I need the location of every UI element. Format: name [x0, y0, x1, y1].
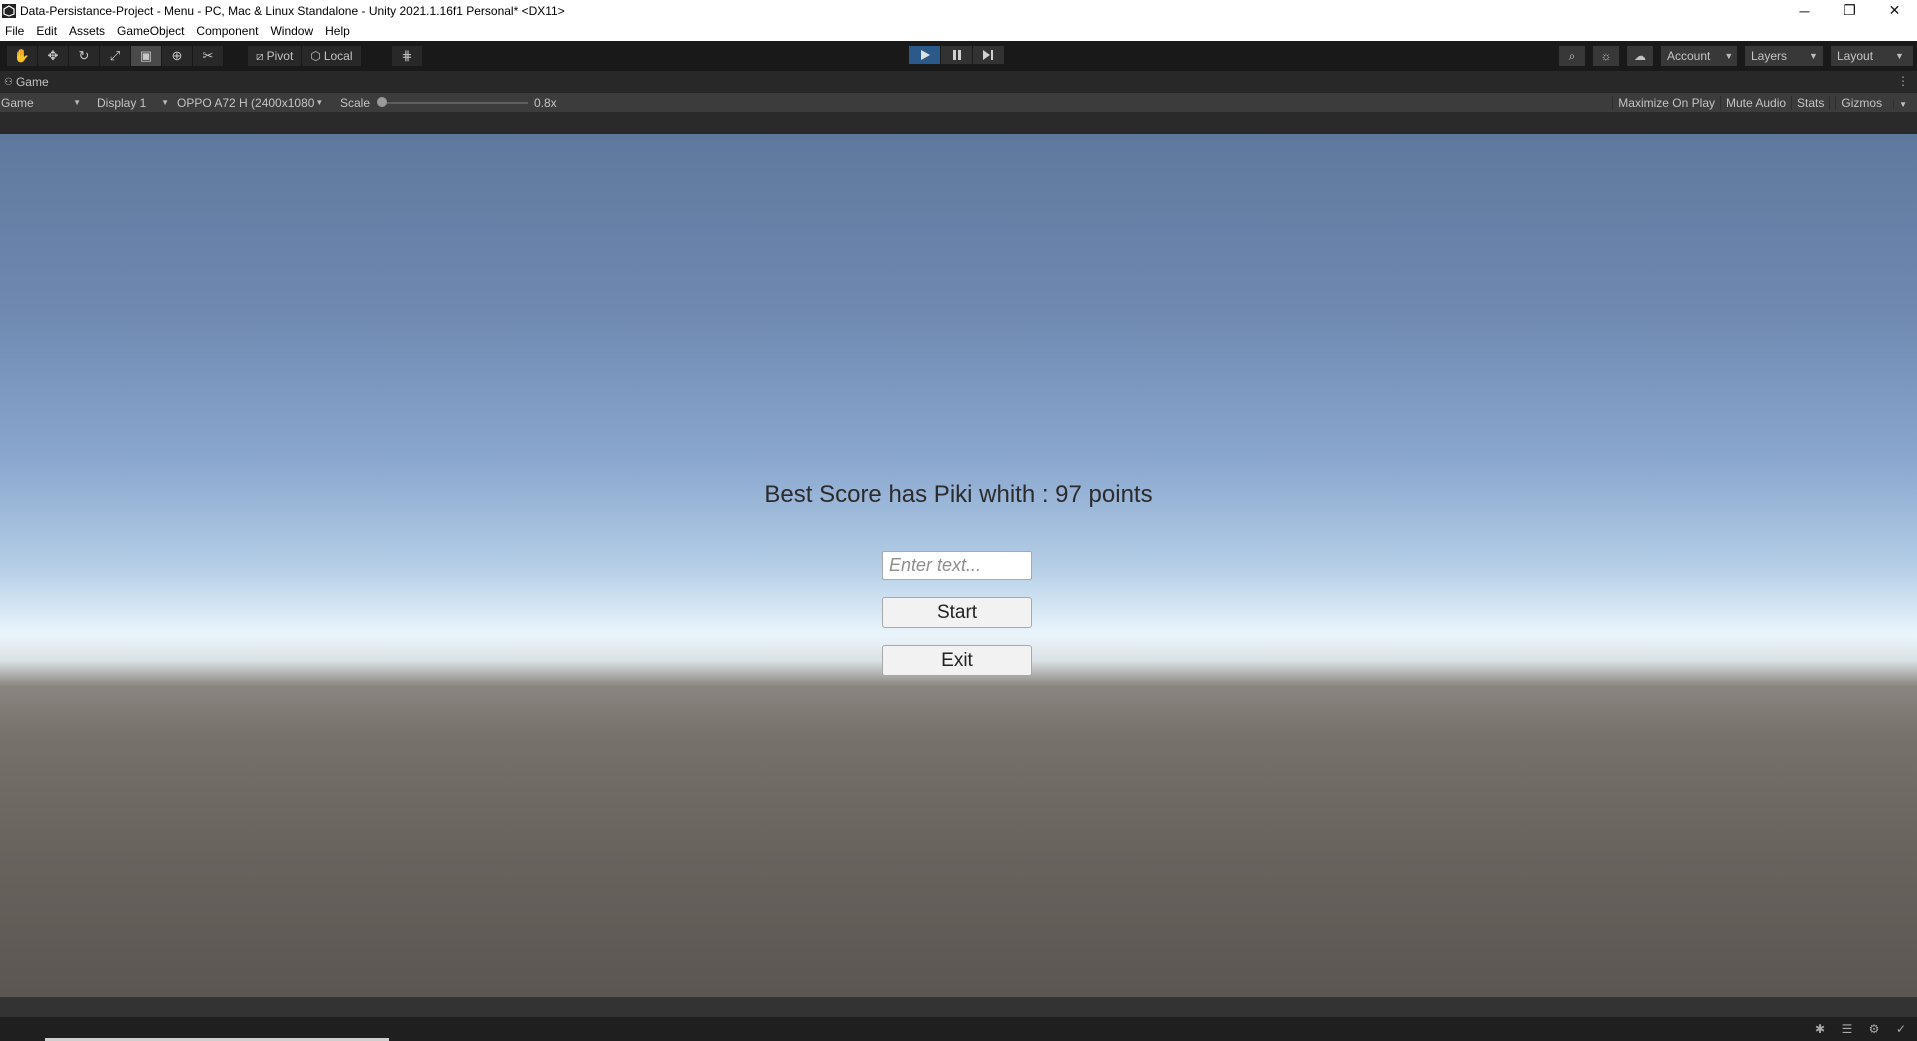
chevron-down-icon: ▼ — [315, 98, 324, 107]
stats-toggle[interactable]: Stats — [1791, 95, 1829, 110]
menu-help[interactable]: Help — [320, 24, 357, 38]
play-button[interactable] — [909, 46, 941, 64]
move-tool-icon[interactable]: ✥ — [38, 46, 69, 66]
pivot-tools: ⧄ Pivot ⬡ Local — [248, 46, 362, 66]
scale-slider-handle[interactable] — [377, 97, 387, 107]
game-panel-tab-bar: ⚇ Game ⋮ — [0, 71, 1917, 93]
pause-icon — [952, 50, 961, 60]
bug-icon[interactable]: ✱ — [1812, 1021, 1828, 1037]
menu-component[interactable]: Component — [191, 24, 265, 38]
grid-snap: ⋕ — [392, 46, 423, 66]
toolbar-right: ⌕ ☼ ☁ Account ▼ Layers ▼ Layout ▼ — [1559, 46, 1917, 66]
chevron-down-icon: ▼ — [1893, 99, 1912, 109]
step-icon — [983, 50, 993, 60]
scale-label: Scale — [340, 95, 371, 110]
layers-dropdown[interactable]: Layers ▼ — [1745, 46, 1823, 66]
scale-value: 0.8x — [534, 95, 557, 110]
panel-menu-icon[interactable]: ⋮ — [1897, 74, 1909, 88]
menu-bar: File Edit Assets GameObject Component Wi… — [0, 21, 1917, 41]
account-label: Account — [1667, 49, 1711, 63]
menu-gameobject[interactable]: GameObject — [112, 24, 191, 38]
maximize-on-play-toggle[interactable]: Maximize On Play — [1612, 95, 1720, 110]
pivot-label: Pivot — [266, 49, 294, 63]
gizmos-toggle[interactable]: Gizmos ▼ — [1829, 95, 1917, 110]
game-view-letterbox-top — [0, 112, 1917, 134]
transform-tool-icon[interactable]: ⊕ — [162, 46, 193, 66]
rotate-tool-icon[interactable]: ↻ — [69, 46, 100, 66]
game-viewport: Best Score has Piki whith : 97 points St… — [0, 134, 1917, 997]
best-score-text: Best Score has Piki whith : 97 points — [764, 481, 1153, 508]
chevron-down-icon: ▼ — [1895, 51, 1904, 61]
play-icon — [920, 50, 930, 60]
pause-button[interactable] — [941, 46, 973, 64]
window-title: Data-Persistance-Project - Menu - PC, Ma… — [20, 3, 565, 18]
check-icon[interactable]: ✓ — [1893, 1021, 1909, 1037]
minimize-button[interactable]: ─ — [1782, 0, 1827, 21]
display-dropdown[interactable]: Display 1 ▼ — [97, 93, 169, 112]
account-dropdown[interactable]: Account ▼ — [1661, 46, 1737, 66]
play-controls — [909, 46, 1005, 64]
hand-tool-icon[interactable]: ✋ — [7, 46, 38, 66]
gamepad-icon: ⚇ — [4, 76, 13, 88]
chevron-down-icon: ▼ — [161, 98, 169, 107]
status-bar — [0, 997, 1917, 1017]
game-view-options: Maximize On Play Mute Audio Stats Gizmos… — [1612, 93, 1917, 112]
view-mode-dropdown[interactable]: Game ▼ — [1, 93, 83, 112]
rect-tool-icon[interactable]: ▣ — [131, 46, 162, 66]
player-name-input[interactable] — [882, 551, 1032, 580]
window-controls: ─ ❐ ✕ — [1782, 0, 1917, 21]
game-view-toolbar: Game ▼ Display 1 ▼ OPPO A72 H (2400x1080 ▼ … — [0, 93, 1917, 112]
unity-logo-icon — [2, 3, 16, 18]
step-button[interactable] — [973, 46, 1005, 64]
cloud-icon[interactable]: ☁ — [1627, 46, 1653, 66]
scale-slider-track[interactable] — [383, 102, 528, 104]
transform-tools: ✋ ✥ ↻ ⤢ ▣ ⊕ ✂ — [7, 46, 224, 66]
chevron-down-icon: ▼ — [1809, 51, 1818, 61]
mute-audio-toggle[interactable]: Mute Audio — [1720, 95, 1791, 110]
menu-file[interactable]: File — [0, 24, 31, 38]
grid-snap-icon[interactable]: ⋕ — [392, 46, 423, 66]
debug-icon[interactable]: ⚙ — [1866, 1021, 1882, 1037]
display-label: Display 1 — [97, 95, 147, 110]
layout-dropdown[interactable]: Layout ▼ — [1831, 46, 1913, 66]
pivot-toggle[interactable]: ⧄ Pivot — [248, 46, 303, 66]
gizmos-label: Gizmos — [1835, 95, 1888, 110]
view-mode-label: Game — [1, 95, 34, 110]
menu-window[interactable]: Window — [265, 24, 320, 38]
chevron-down-icon: ▼ — [73, 98, 81, 107]
pivot-icon: ⧄ — [256, 48, 264, 63]
status-icons: ✱ ☰ ⚙ ✓ — [1801, 1021, 1909, 1037]
menu-assets[interactable]: Assets — [64, 24, 112, 38]
search-icon[interactable]: ⌕ — [1559, 46, 1585, 66]
layers-label: Layers — [1751, 49, 1788, 63]
local-label: Local — [323, 49, 353, 63]
resolution-label: OPPO A72 H (2400x1080 — [177, 95, 315, 110]
local-icon: ⬡ — [310, 49, 321, 63]
cache-icon[interactable]: ☰ — [1839, 1021, 1855, 1037]
menu-edit[interactable]: Edit — [31, 24, 64, 38]
custom-tool-icon[interactable]: ✂ — [193, 46, 224, 66]
tab-game-label: Game — [15, 75, 49, 89]
start-button[interactable]: Start — [882, 597, 1032, 628]
close-button[interactable]: ✕ — [1872, 0, 1917, 21]
exit-button[interactable]: Exit — [882, 645, 1032, 676]
layout-label: Layout — [1837, 49, 1874, 63]
scale-tool-icon[interactable]: ⤢ — [100, 46, 131, 66]
tab-game[interactable]: ⚇ Game — [4, 75, 49, 89]
window-title-bar: Data-Persistance-Project - Menu - PC, Ma… — [0, 0, 1917, 21]
resolution-dropdown[interactable]: OPPO A72 H (2400x1080 ▼ — [177, 93, 329, 112]
local-toggle[interactable]: ⬡ Local — [302, 46, 362, 66]
restore-button[interactable]: ❐ — [1827, 0, 1872, 21]
chevron-down-icon: ▼ — [1724, 51, 1734, 61]
main-toolbar: ✋ ✥ ↻ ⤢ ▣ ⊕ ✂ ⧄ Pivot ⬡ Local ⋕ ⌕ ☼ ☁ Acco… — [0, 41, 1917, 71]
collab-icon[interactable]: ☼ — [1593, 46, 1619, 66]
